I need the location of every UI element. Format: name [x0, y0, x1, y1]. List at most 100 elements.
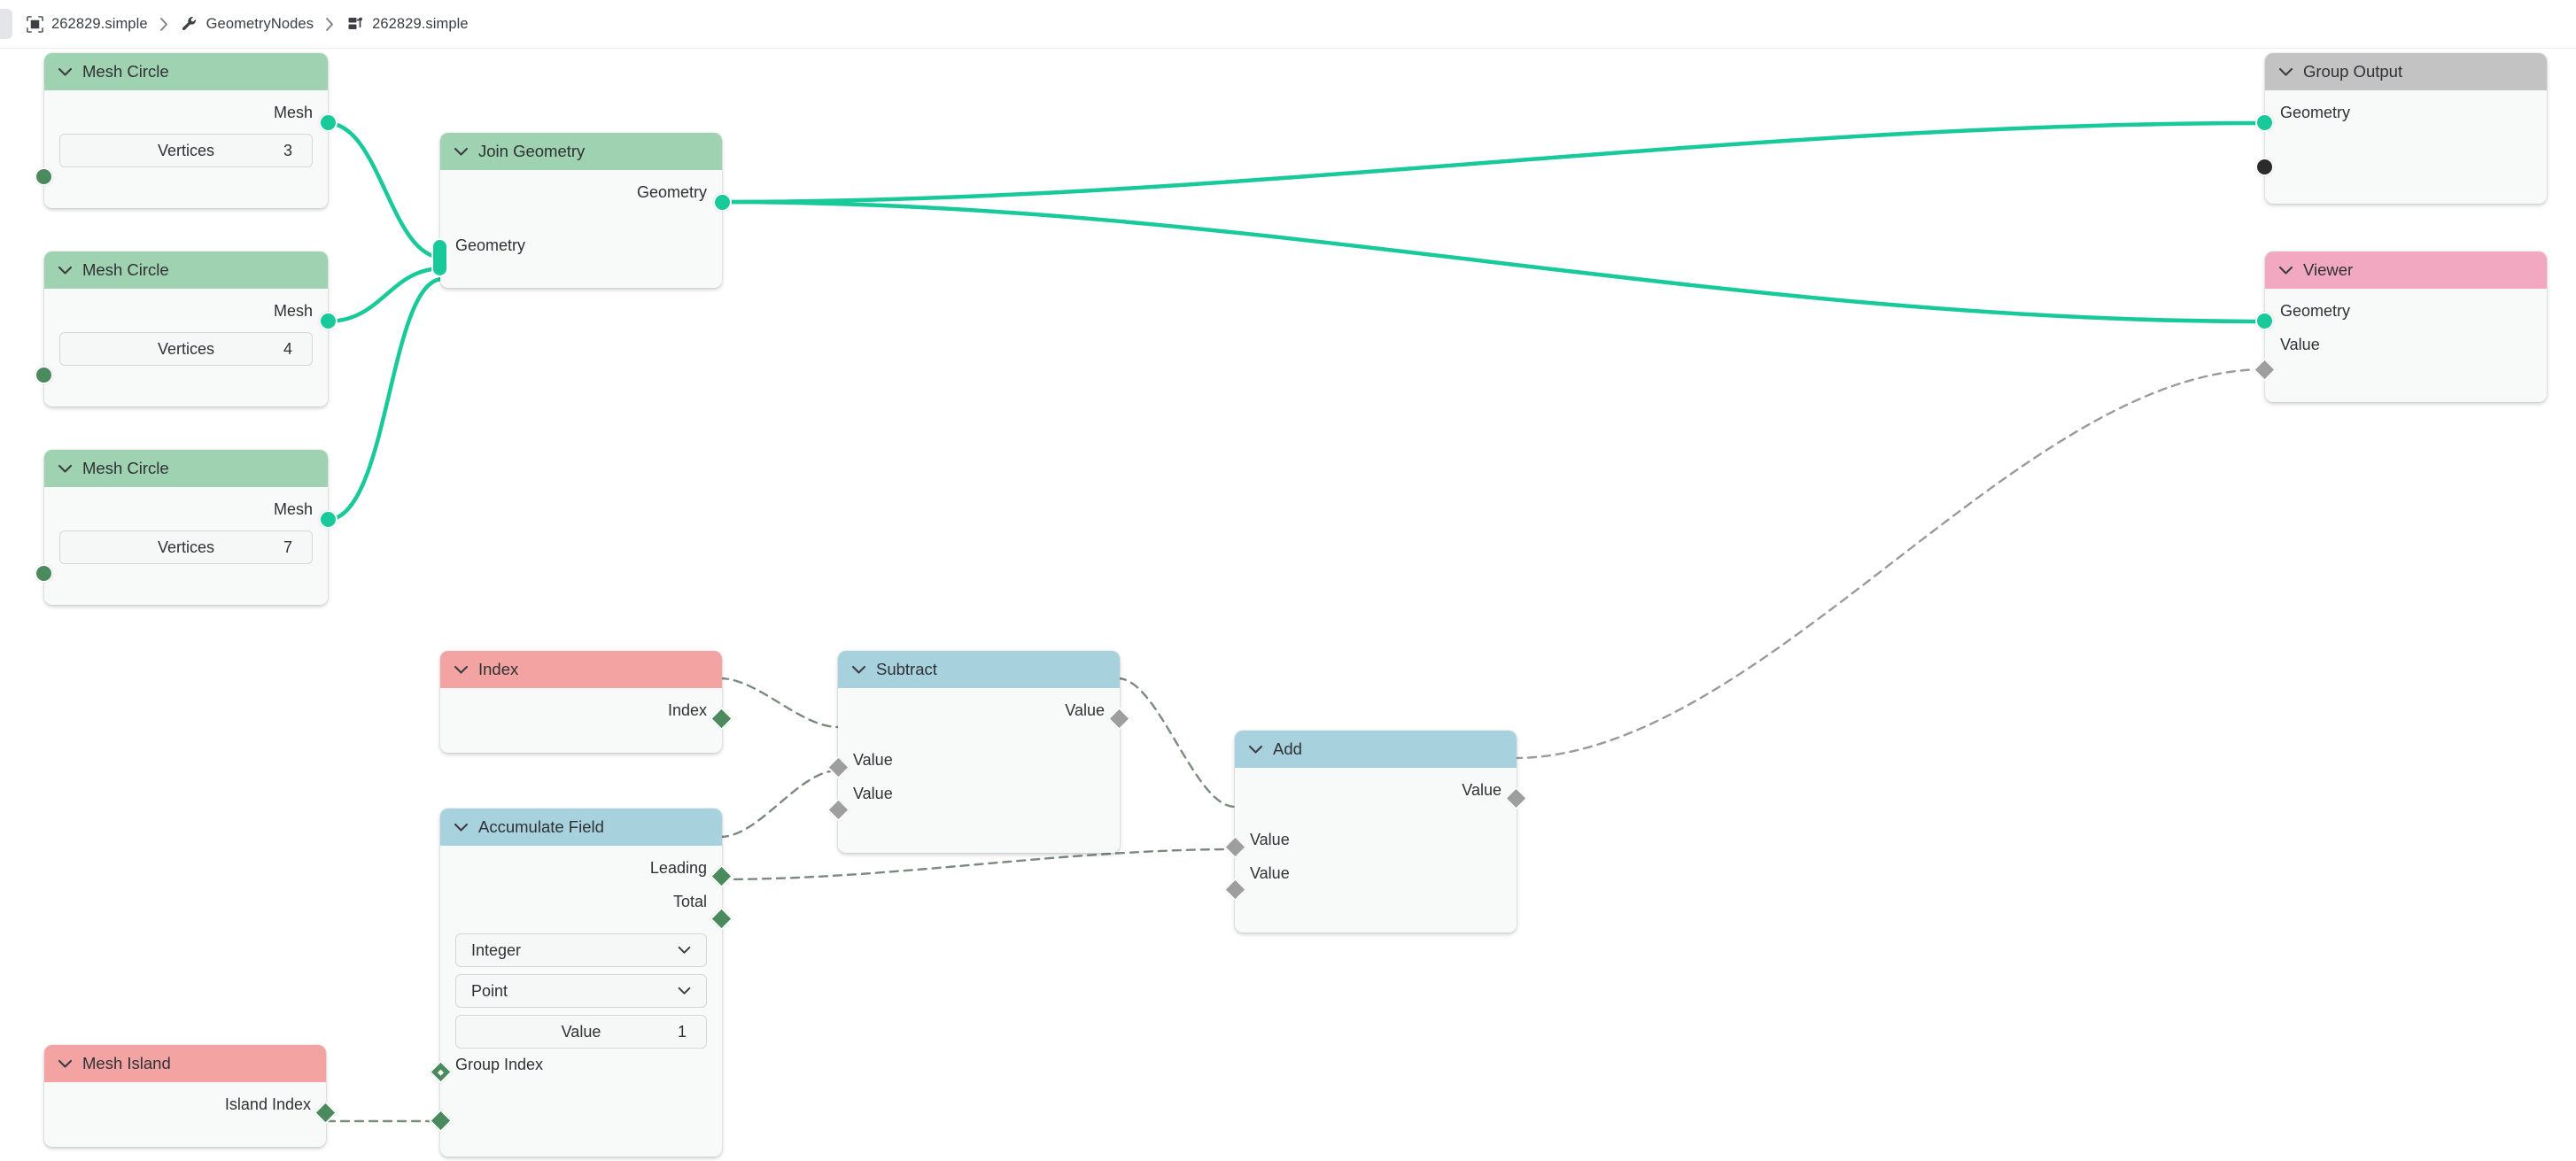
vertices-field[interactable]: Vertices 4	[59, 332, 313, 366]
node-header-mesh-circle-1[interactable]: Mesh Circle	[44, 53, 328, 90]
input-label-geometry: Geometry	[2280, 301, 2351, 320]
node-title: Add	[1273, 739, 1302, 758]
socket-input-vertices[interactable]	[35, 167, 53, 186]
node-join-geometry[interactable]: Join Geometry Geometry Geometry	[431, 133, 732, 288]
chevron-down-icon[interactable]	[678, 987, 691, 995]
vertices-field[interactable]: Vertices 7	[59, 530, 313, 564]
input-row-value-1: Value	[1235, 823, 1517, 856]
breadcrumb-item-modifier[interactable]: GeometryNodes	[181, 15, 314, 33]
breadcrumb-label-modifier: GeometryNodes	[206, 15, 314, 32]
wrench-icon	[181, 15, 198, 33]
output-row-mesh: Mesh	[44, 492, 328, 526]
node-title: Subtract	[876, 660, 937, 678]
input-label-geometry: Geometry	[455, 236, 526, 254]
socket-input-vertices[interactable]	[35, 366, 53, 384]
breadcrumb-label-nodetree: 262829.simple	[372, 15, 469, 32]
vertices-value: 3	[283, 141, 292, 159]
chevron-down-icon[interactable]	[58, 1059, 73, 1069]
node-header-index[interactable]: Index	[440, 651, 722, 688]
output-label-mesh: Mesh	[273, 499, 313, 518]
node-title: Group Output	[2303, 62, 2403, 81]
chevron-down-icon[interactable]	[454, 147, 469, 157]
socket-input-geometry[interactable]	[2255, 113, 2274, 132]
node-header-mesh-circle-3[interactable]: Mesh Circle	[44, 450, 328, 487]
input-row-geometry: Geometry	[2265, 96, 2547, 129]
chevron-down-icon[interactable]	[1248, 745, 1263, 755]
node-header-mesh-island[interactable]: Mesh Island	[44, 1045, 326, 1082]
editor-tab-stub[interactable]	[0, 9, 12, 39]
data-type-dropdown[interactable]: Integer	[455, 933, 707, 967]
output-row-geometry: Geometry	[440, 175, 722, 209]
node-title: Accumulate Field	[478, 817, 604, 836]
breadcrumb-item-scene[interactable]: 262829.simple	[27, 16, 148, 33]
output-label-value: Value	[1462, 780, 1501, 799]
node-header-accumulate-field[interactable]: Accumulate Field	[440, 809, 722, 846]
breadcrumb: 262829.simple GeometryNodes 262829.simpl…	[0, 0, 2576, 49]
socket-output-mesh[interactable]	[319, 312, 338, 330]
value-number: 1	[677, 1022, 687, 1041]
node-title: Mesh Circle	[82, 459, 169, 477]
chevron-down-icon[interactable]	[58, 67, 73, 77]
socket-output-geometry[interactable]	[713, 193, 732, 212]
output-label-value: Value	[1065, 700, 1105, 719]
node-canvas[interactable]: Mesh Circle Mesh Vertices 3 Mesh Circle …	[0, 49, 2576, 1161]
chevron-down-icon[interactable]	[454, 665, 469, 675]
socket-input-geometry-multi[interactable]	[431, 238, 448, 277]
node-mesh-circle-1[interactable]: Mesh Circle Mesh Vertices 3	[35, 53, 338, 208]
output-label-index: Index	[667, 700, 707, 719]
scene-icon	[27, 15, 43, 33]
chevron-down-icon[interactable]	[58, 266, 73, 275]
input-label-value-1: Value	[853, 750, 893, 769]
input-label-geometry: Geometry	[2280, 103, 2351, 121]
chevron-down-icon[interactable]	[678, 946, 691, 955]
node-accumulate-field[interactable]: Accumulate Field Leading Total Integer P…	[429, 809, 733, 1157]
node-header-group-output[interactable]: Group Output	[2265, 53, 2547, 90]
output-label-geometry: Geometry	[636, 182, 707, 201]
node-mesh-circle-2[interactable]: Mesh Circle Mesh Vertices 4	[35, 252, 338, 406]
node-title: Index	[478, 660, 519, 678]
node-viewer[interactable]: Viewer Geometry Value	[2253, 252, 2547, 402]
socket-input-geometry[interactable]	[2255, 312, 2274, 330]
node-add[interactable]: Add Value Value Value	[1223, 731, 1528, 933]
vertices-field[interactable]: Vertices 3	[59, 134, 313, 167]
value-field[interactable]: Value 1	[455, 1015, 707, 1049]
input-label-value: Value	[2280, 335, 2320, 353]
node-group-output[interactable]: Group Output Geometry	[2255, 53, 2547, 204]
node-index[interactable]: Index Index	[440, 651, 733, 753]
node-header-mesh-circle-2[interactable]: Mesh Circle	[44, 252, 328, 289]
chevron-down-icon[interactable]	[2278, 266, 2293, 275]
node-header-add[interactable]: Add	[1235, 731, 1517, 768]
output-row-value: Value	[1235, 773, 1517, 807]
output-row-index: Index	[440, 693, 722, 727]
chevron-down-icon[interactable]	[58, 464, 73, 474]
value-label: Value	[561, 1022, 601, 1041]
vertices-value: 7	[283, 538, 292, 556]
domain-dropdown[interactable]: Point	[455, 974, 707, 1008]
output-row-mesh: Mesh	[44, 294, 328, 328]
chevron-down-icon[interactable]	[851, 665, 866, 675]
output-label-leading: Leading	[649, 858, 707, 877]
socket-output-mesh[interactable]	[319, 510, 338, 529]
chevron-down-icon[interactable]	[2278, 67, 2293, 77]
socket-input-virtual[interactable]	[2255, 158, 2274, 176]
socket-output-mesh[interactable]	[319, 113, 338, 132]
breadcrumb-label-scene: 262829.simple	[51, 15, 148, 32]
breadcrumb-item-nodetree[interactable]: 262829.simple	[346, 15, 469, 33]
domain-value: Point	[471, 981, 508, 1000]
node-header-subtract[interactable]: Subtract	[838, 651, 1120, 688]
node-title: Mesh Circle	[82, 260, 169, 279]
node-mesh-island[interactable]: Mesh Island Island Index	[44, 1045, 338, 1147]
input-row-value: Value	[2265, 328, 2547, 361]
vertices-label: Vertices	[157, 538, 215, 556]
output-row-mesh: Mesh	[44, 96, 328, 129]
output-label-island-index: Island Index	[224, 1095, 311, 1113]
node-header-viewer[interactable]: Viewer	[2265, 252, 2547, 289]
vertices-label: Vertices	[157, 141, 215, 159]
input-row-virtual	[2265, 129, 2547, 163]
chevron-down-icon[interactable]	[454, 823, 469, 832]
node-subtract[interactable]: Subtract Value Value Value	[826, 651, 1131, 853]
socket-input-vertices[interactable]	[35, 564, 53, 583]
input-label-value-2: Value	[853, 784, 893, 802]
node-header-join-geometry[interactable]: Join Geometry	[440, 133, 722, 170]
node-mesh-circle-3[interactable]: Mesh Circle Mesh Vertices 7	[35, 450, 338, 605]
